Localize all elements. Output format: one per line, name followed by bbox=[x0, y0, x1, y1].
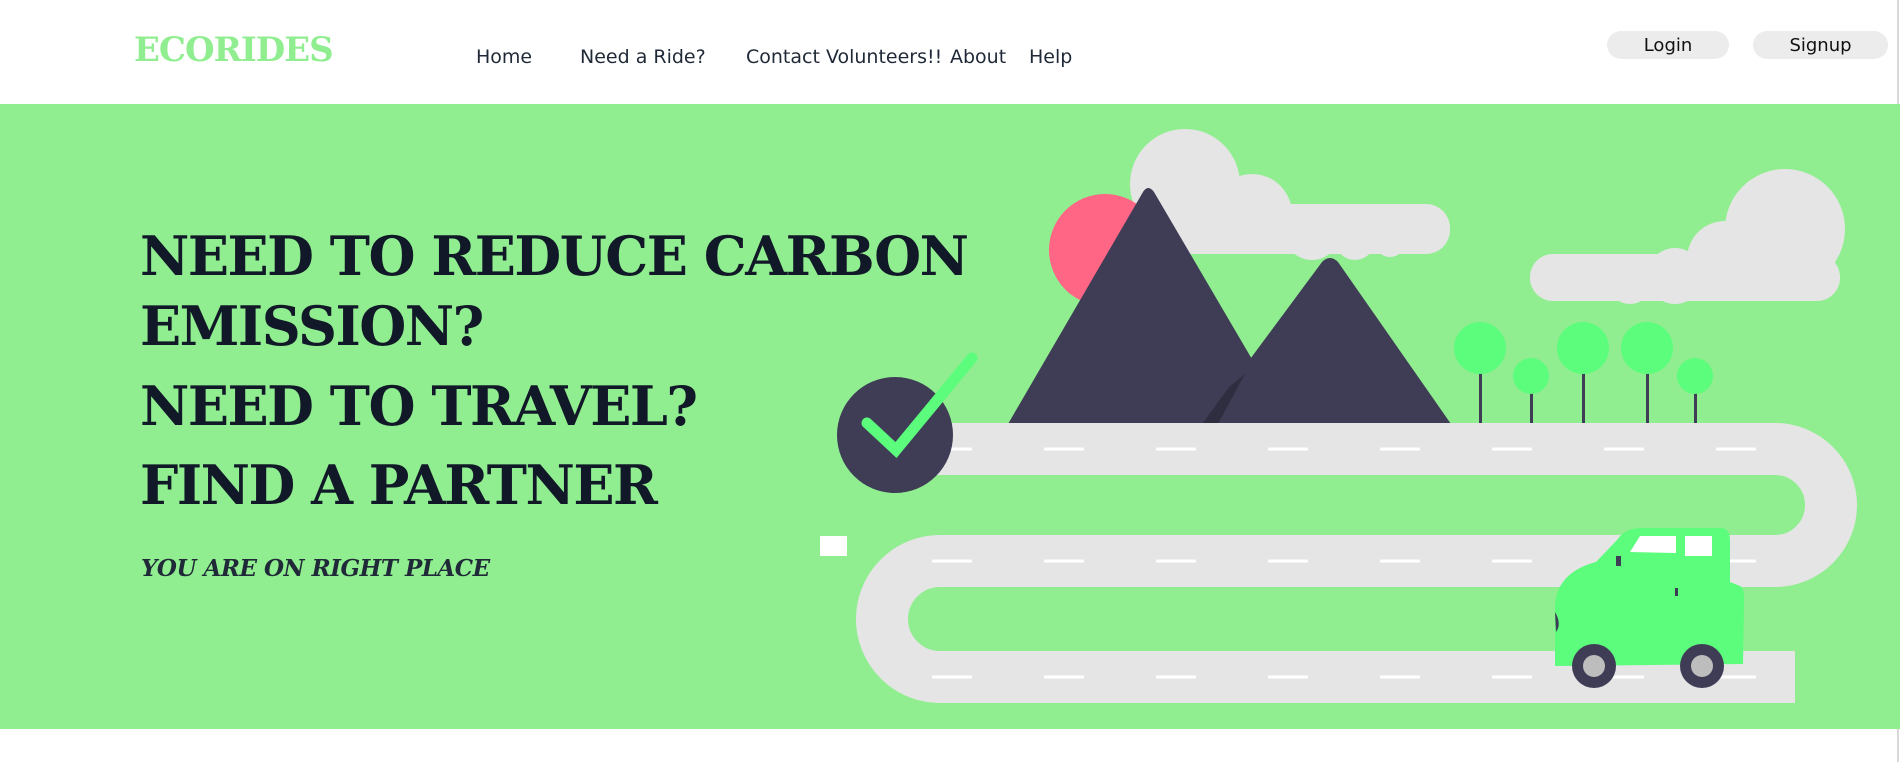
tree-icon bbox=[1454, 322, 1506, 424]
tree-icon bbox=[1557, 322, 1609, 424]
nav-link-home[interactable]: Home bbox=[476, 46, 532, 68]
brand-logo[interactable]: ECORIDES bbox=[134, 30, 334, 70]
navbar: ECORIDES Home Need a Ride? Contact Volun… bbox=[0, 0, 1902, 104]
tree-icon bbox=[1677, 358, 1713, 424]
login-button[interactable]: Login bbox=[1607, 31, 1729, 59]
nav-link-need-a-ride[interactable]: Need a Ride? bbox=[580, 46, 706, 68]
nav-link-contact-volunteers[interactable]: Contact Volunteers!! bbox=[746, 46, 942, 68]
signup-button[interactable]: Signup bbox=[1753, 31, 1888, 59]
hero-headline-line-2: EMISSION? bbox=[140, 294, 484, 358]
nav-link-about[interactable]: About bbox=[950, 46, 1006, 68]
nav-link-help[interactable]: Help bbox=[1029, 46, 1072, 68]
hero-headline-line-3: NEED TO TRAVEL? bbox=[140, 374, 698, 438]
tree-icon bbox=[1621, 322, 1673, 424]
tree-icon bbox=[1513, 358, 1549, 424]
hero-section: NEED TO REDUCE CARBON EMISSION? NEED TO … bbox=[0, 104, 1900, 729]
cloud-icon bbox=[1530, 169, 1845, 304]
hero-illustration bbox=[820, 129, 1857, 703]
hero-tagline: YOU ARE ON RIGHT PLACE bbox=[141, 555, 490, 582]
hero-headline-line-4: FIND A PARTNER bbox=[140, 453, 658, 517]
